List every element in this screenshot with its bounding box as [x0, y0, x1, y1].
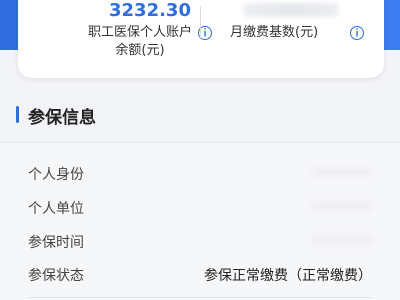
section-title: 参保信息: [28, 108, 96, 128]
account-balance-label-line1: 职工医保个人账户: [87, 25, 192, 40]
masked-value: [312, 235, 372, 245]
bottom-divider: [28, 297, 372, 298]
section-marker: [16, 106, 19, 123]
row-label: 个人身份: [28, 167, 84, 183]
account-balance-label-line2: 余额(元): [115, 43, 165, 58]
masked-value: [312, 167, 372, 177]
row-label: 参保状态: [28, 268, 84, 284]
list-item-identity: 个人身份: [0, 155, 400, 189]
info-icon[interactable]: [350, 26, 364, 40]
monthly-base-label-text: 月缴费基数(元): [230, 25, 319, 40]
list-item-insured-status: 参保状态 参保正常缴费（正常缴费）: [0, 256, 400, 290]
row-label: 参保时间: [28, 235, 84, 251]
account-balance-value: 3232.30: [109, 0, 191, 21]
monthly-base-label: 月缴费基数(元): [230, 24, 368, 42]
summary-card: 3232.30 职工医保个人账户 余额(元) 月缴费基数(元): [18, 0, 384, 78]
card-divider: [200, 6, 201, 38]
account-balance-label: 职工医保个人账户 余额(元): [66, 24, 214, 60]
list-item-insured-time: 参保时间: [0, 223, 400, 257]
row-value: 参保正常缴费（正常缴费）: [204, 268, 372, 284]
masked-base-value: [244, 3, 338, 17]
list-item-employer: 个人单位: [0, 189, 400, 223]
masked-value: [312, 201, 372, 211]
insurance-info-list: 个人身份 个人单位 参保时间 参保状态 参保正常缴费（正常缴费）: [0, 143, 400, 300]
row-label: 个人单位: [28, 201, 84, 217]
